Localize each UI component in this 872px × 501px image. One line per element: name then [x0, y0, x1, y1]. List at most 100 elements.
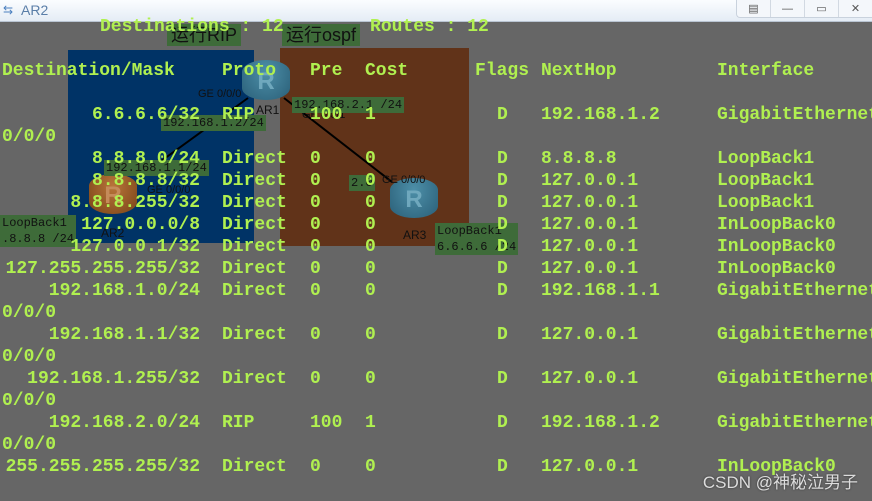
table-row: 8.8.8.255/32 Direct 0 0 D 127.0.0.1 LoopBack1	[0, 192, 872, 214]
cell-nexthop: 127.0.0.1	[541, 369, 639, 389]
cell-destination: 8.8.8.255/32	[70, 193, 200, 213]
cell-flags: D	[497, 325, 508, 345]
cell-destination: 127.0.0.0/8	[81, 215, 200, 235]
cell-interface-wrap: 0/0/0	[2, 127, 57, 147]
cell-nexthop: 127.0.0.1	[541, 193, 639, 213]
cell-destination: 8.8.8.8/32	[91, 171, 200, 191]
cell-iface: GigabitEthernet	[717, 281, 872, 301]
cell-pre: 0	[310, 237, 321, 257]
table-header: Destination/Mask Proto Pre Cost Flags Ne…	[0, 60, 872, 82]
cell-iface: LoopBack1	[717, 171, 815, 191]
cell-nexthop: 127.0.0.1	[541, 237, 639, 257]
cell-nexthop: 127.0.0.1	[541, 259, 639, 279]
cell-proto: Direct	[222, 325, 287, 345]
cell-nexthop: 192.168.1.2	[541, 105, 660, 125]
cell-proto: Direct	[222, 149, 287, 169]
cell-destination: 127.0.0.1/32	[70, 237, 200, 257]
header-cost: Cost	[365, 61, 409, 81]
cell-flags: D	[497, 105, 508, 125]
cell-proto: Direct	[222, 259, 287, 279]
cell-cost: 0	[365, 369, 376, 389]
cell-proto: Direct	[222, 457, 287, 477]
cell-interface-wrap: 0/0/0	[2, 303, 57, 323]
cell-proto: Direct	[222, 171, 287, 191]
cell-destination: 8.8.8.0/24	[91, 149, 200, 169]
cell-flags: D	[497, 237, 508, 257]
cell-destination: 6.6.6.6/32	[91, 105, 200, 125]
table-row-wrap: 0/0/0	[0, 390, 872, 412]
cell-pre: 0	[310, 259, 321, 279]
cell-pre: 100	[310, 105, 343, 125]
cell-proto: Direct	[222, 281, 287, 301]
cell-iface: LoopBack1	[717, 193, 815, 213]
table-row: 192.168.1.1/32 Direct 0 0 D 127.0.0.1 GigabitE…	[0, 324, 872, 346]
cell-cost: 0	[365, 457, 376, 477]
cell-destination: 192.168.1.0/24	[48, 281, 200, 301]
cell-flags: D	[497, 193, 508, 213]
cell-flags: D	[497, 149, 508, 169]
cell-flags: D	[497, 259, 508, 279]
table-row: 8.8.8.8/32 Direct 0 0 D 127.0.0.1 LoopBack1	[0, 170, 872, 192]
cell-flags: D	[497, 413, 508, 433]
header-pre: Pre	[310, 61, 343, 81]
cell-cost: 0	[365, 215, 376, 235]
cell-flags: D	[497, 457, 508, 477]
cell-proto: RIP	[222, 413, 255, 433]
cell-cost: 0	[365, 193, 376, 213]
header-nexthop: NextHop	[541, 61, 617, 81]
cell-interface-wrap: 0/0/0	[2, 391, 57, 411]
table-row-wrap: 0/0/0	[0, 126, 872, 148]
route-summary: Destinations : 12 Routes : 12	[100, 17, 489, 37]
cell-interface-wrap: 0/0/0	[2, 347, 57, 367]
cell-iface: GigabitEthernet	[717, 413, 872, 433]
cell-cost: 0	[365, 149, 376, 169]
cell-pre: 0	[310, 281, 321, 301]
table-row: 8.8.8.0/24 Direct 0 0 D 8.8.8.8 LoopBack1	[0, 148, 872, 170]
cell-cost: 1	[365, 105, 376, 125]
table-row-wrap: 0/0/0	[0, 434, 872, 456]
cell-proto: Direct	[222, 237, 287, 257]
cell-nexthop: 127.0.0.1	[541, 457, 639, 477]
cell-cost: 0	[365, 325, 376, 345]
table-row: 6.6.6.6/32 RIP 100 1 D 192.168.1.2 GigabitEthe…	[0, 104, 872, 126]
cell-flags: D	[497, 369, 508, 389]
cell-pre: 0	[310, 457, 321, 477]
cell-pre: 0	[310, 369, 321, 389]
cell-iface: GigabitEthernet	[717, 105, 872, 125]
cell-flags: D	[497, 215, 508, 235]
cell-nexthop: 192.168.1.2	[541, 413, 660, 433]
cell-proto: Direct	[222, 369, 287, 389]
cell-cost: 0	[365, 171, 376, 191]
cell-iface: InLoopBack0	[717, 215, 836, 235]
table-row-wrap: 0/0/0	[0, 346, 872, 368]
header-proto: Proto	[222, 61, 277, 81]
cell-pre: 100	[310, 413, 343, 433]
table-row: 127.0.0.0/8 Direct 0 0 D 127.0.0.1 InLoopBack0	[0, 214, 872, 236]
cell-destination: 192.168.1.255/32	[27, 369, 200, 389]
cell-interface-wrap: 0/0/0	[2, 435, 57, 455]
terminal-output: Destinations : 12 Routes : 12 Destinatio…	[0, 0, 872, 501]
cell-nexthop: 127.0.0.1	[541, 325, 639, 345]
cell-cost: 0	[365, 281, 376, 301]
cell-destination: 192.168.1.1/32	[48, 325, 200, 345]
table-row: 192.168.2.0/24 RIP 100 1 D 192.168.1.2 Gigabit…	[0, 412, 872, 434]
cell-pre: 0	[310, 149, 321, 169]
cell-nexthop: 8.8.8.8	[541, 149, 617, 169]
cell-proto: RIP	[222, 105, 255, 125]
cell-pre: 0	[310, 171, 321, 191]
cell-cost: 0	[365, 237, 376, 257]
cell-nexthop: 192.168.1.1	[541, 281, 660, 301]
table-row: 192.168.1.255/32 Direct 0 0 D 127.0.0.1 Gigabi…	[0, 368, 872, 390]
watermark: CSDN @神秘泣男子	[702, 473, 858, 492]
cell-nexthop: 127.0.0.1	[541, 171, 639, 191]
cell-flags: D	[497, 171, 508, 191]
cell-destination: 255.255.255.255/32	[5, 457, 200, 477]
cell-nexthop: 127.0.0.1	[541, 215, 639, 235]
cell-iface: GigabitEthernet	[717, 369, 872, 389]
cell-iface: InLoopBack0	[717, 259, 836, 279]
header-destination: Destination/Mask	[2, 61, 175, 81]
table-row: 127.0.0.1/32 Direct 0 0 D 127.0.0.1 InLoopBack…	[0, 236, 872, 258]
table-row-wrap: 0/0/0	[0, 302, 872, 324]
cell-cost: 1	[365, 413, 376, 433]
header-interface: Interface	[717, 61, 815, 81]
